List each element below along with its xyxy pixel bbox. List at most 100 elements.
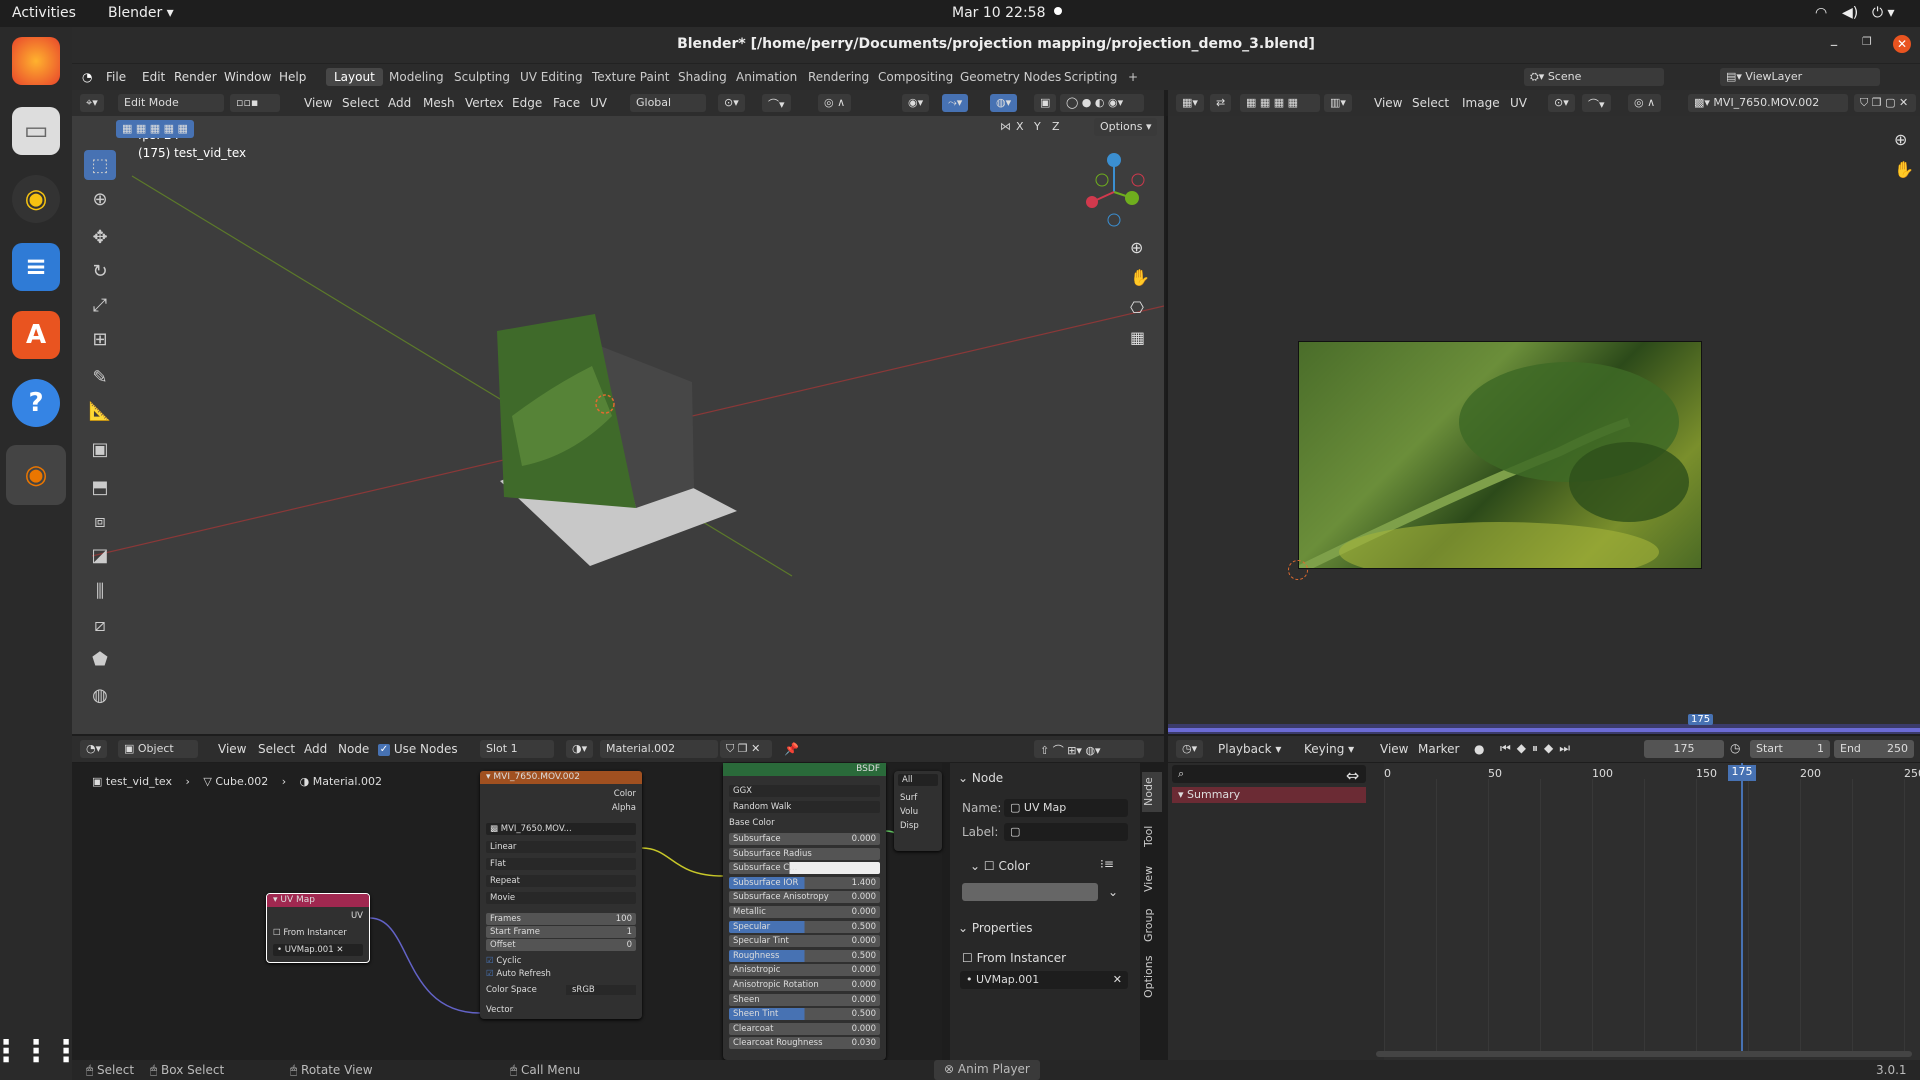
image-menu-view[interactable]: View [1374,96,1402,110]
viewport-menu-face[interactable]: Face [553,96,580,110]
frames-field[interactable]: Frames 100 [486,913,636,925]
pivot-dropdown[interactable]: ⊙▾ [718,94,745,112]
bsdf-input-row[interactable]: Subsurface Anisotropy 0.000 [729,891,880,904]
pan-hand-icon[interactable]: ✋ [1130,268,1150,287]
slot-dropdown[interactable]: Slot 1 [480,740,554,758]
cyclic-checkbox[interactable]: ☑ Cyclic [486,956,636,968]
color-section-header[interactable]: ⌄ ☐ Color [970,859,1030,873]
scale-tool-icon[interactable]: ⤢ [84,290,116,320]
uv-map-node[interactable]: ▾ UV Map UV ☐ From Instancer • UVMap.001… [266,893,370,963]
viewport-menu-select[interactable]: Select [342,96,379,110]
orientation-dropdown[interactable]: Global [630,94,706,112]
image-editor[interactable]: ⊕ ✋ [1168,116,1920,734]
bsdf-node-header[interactable]: BSDF [723,763,886,776]
output-target-dropdown[interactable]: All [898,774,938,786]
tab-texture-paint[interactable]: Texture Paint [584,68,677,86]
timeline-scrubber-strip[interactable]: 175 [1168,714,1920,734]
image-texture-node[interactable]: ▾ MVI_7650.MOV.002 Color Alpha ▩ MVI_765… [480,771,642,1019]
uv-output-socket[interactable]: UV [273,911,363,923]
image-menu-uv[interactable]: UV [1510,96,1527,110]
displacement-input-socket[interactable]: Disp [900,821,936,833]
dopesheet-region[interactable]: 050100150200250 175 [1384,763,1920,1060]
select-box-mode[interactable]: ▦ ▦ ▦ ▦ ▦ [116,120,194,138]
subsurface-method-dropdown[interactable]: Random Walk [729,801,880,813]
end-frame-field[interactable]: End 250 [1834,740,1914,758]
blender-icon[interactable]: ◉ [6,445,66,505]
writer-icon[interactable]: ≡ [12,243,60,291]
timeline-area[interactable]: ⌕ ⇔ ▾ Summary 050100150200250 175 [1168,763,1920,1060]
menu-render[interactable]: Render [174,70,217,84]
anim-player-job[interactable]: ⊗ Anim Player [934,1060,1040,1080]
viewport-menu-uv[interactable]: UV [590,96,607,110]
sidebar-tab-group[interactable]: Group [1142,904,1162,946]
node-editor-type-button[interactable]: ◔▾ [80,740,108,758]
node-label-field[interactable]: ▢ [1004,823,1128,841]
viewport-menu-add[interactable]: Add [388,96,411,110]
node-menu-add[interactable]: Add [304,742,327,756]
snap-toggle[interactable]: ⌒▾ [762,94,791,112]
shading-buttons[interactable]: ◯ ● ◐ ◉▾ [1060,94,1144,112]
bsdf-input-row[interactable]: Roughness 0.500 [729,949,880,962]
base-color-socket[interactable]: Base Color [729,818,880,830]
firefox-icon[interactable] [12,37,60,85]
close-button[interactable]: ✕ [1893,35,1911,53]
files-icon[interactable]: ▭ [12,107,60,155]
viewport-menu-edge[interactable]: Edge [512,96,542,110]
scene-selector[interactable]: ⛭▾ Scene [1524,68,1664,86]
menu-file[interactable]: File [106,70,126,84]
move-tool-icon[interactable]: ✥ [84,222,116,252]
image-menu-image[interactable]: Image [1462,96,1500,110]
poly-build-tool-icon[interactable]: ⬟ [84,644,116,674]
panel-uvmap-clear-icon[interactable]: ✕ [1113,973,1122,986]
power-icon[interactable]: ⏻ ▾ [1872,5,1895,21]
extrude-tool-icon[interactable]: ⬒ [84,472,116,502]
xray-toggle[interactable]: ▣ [1034,94,1057,112]
offset-field[interactable]: Offset 0 [486,939,636,951]
summary-channel[interactable]: ▾ Summary [1172,787,1366,803]
material-actions[interactable]: ⛉ ❐ ✕ [720,740,772,758]
bsdf-input-row[interactable]: Anisotropic Rotation 0.000 [729,979,880,991]
bsdf-input-row[interactable]: Subsurface 0.000 [729,833,880,845]
material-browse-icon[interactable]: ◑▾ [566,740,594,758]
bsdf-input-row[interactable]: Sheen Tint 0.500 [729,1008,880,1021]
volume-input-socket[interactable]: Volu [900,807,936,819]
color-space-row[interactable]: Color Space sRGB [486,985,636,997]
uv-pivot-dropdown[interactable]: ⊙▾ [1548,94,1575,112]
activities-button[interactable]: Activities [12,5,76,21]
image-browser[interactable]: ▩▾ MVI_7650.MOV.002 [1688,94,1848,112]
sidebar-tab-node[interactable]: Node [1142,772,1162,812]
tab-rendering[interactable]: Rendering [800,68,877,86]
uv-sticky-mode[interactable]: ▥▾ [1324,94,1352,112]
color-output-socket[interactable]: Color [486,789,636,801]
current-frame-field[interactable]: 175 [1644,740,1724,758]
editor-type-button[interactable]: ⌖▾ [80,94,104,112]
transform-tool-icon[interactable]: ⊞ [84,324,116,354]
node-menu-node[interactable]: Node [338,742,369,756]
tab-sculpting[interactable]: Sculpting [446,68,518,86]
sidebar-tab-view[interactable]: View [1142,860,1162,898]
rhythmbox-icon[interactable]: ◉ [12,175,60,223]
start-frame-field[interactable]: Start 1 [1750,740,1830,758]
image-node-header[interactable]: ▾ MVI_7650.MOV.002 [480,771,642,784]
tab-layout[interactable]: Layout [326,68,383,86]
viewport-menu-vertex[interactable]: Vertex [465,96,504,110]
timeline-marker-menu[interactable]: Marker [1418,742,1459,756]
add-workspace-button[interactable]: + [1120,68,1146,86]
proportional-edit[interactable]: ◎ ∧ [818,94,852,112]
bsdf-input-row[interactable]: Specular Tint 0.000 [729,935,880,948]
tab-compositing[interactable]: Compositing [870,68,961,86]
image-zoom-icon[interactable]: ⊕ [1894,130,1907,149]
uv-map-node-header[interactable]: ▾ UV Map [267,894,369,907]
material-output-node[interactable]: All Surf Volu Disp [894,771,942,851]
node-color-swatch[interactable] [962,883,1098,901]
gizmo-toggle[interactable]: ⤳▾ [942,94,969,112]
knife-tool-icon[interactable]: ⧄ [84,610,116,640]
inset-tool-icon[interactable]: ⧈ [84,506,116,536]
tab-geometry-nodes[interactable]: Geometry Nodes [952,68,1069,86]
timeline-search-field[interactable]: ⌕ [1172,765,1366,783]
timeline-view-menu[interactable]: View [1380,742,1408,756]
measure-tool-icon[interactable]: 📐 [84,396,116,426]
overlay-toggle[interactable]: ◍▾ [990,94,1018,112]
playhead-label[interactable]: 175 [1728,765,1756,781]
playback-controls[interactable]: ⏮◆⏸◆⏭ [1500,741,1576,756]
